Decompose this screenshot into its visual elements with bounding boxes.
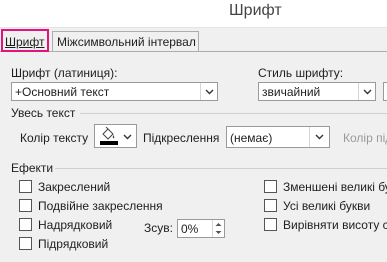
chevron-down-icon[interactable] — [200, 83, 217, 100]
tab-font[interactable]: Шрифт — [1, 29, 49, 52]
underline-style-value: (немає) — [230, 131, 273, 145]
double-strikethrough-checkbox[interactable] — [19, 199, 32, 212]
small-caps-checkbox[interactable] — [264, 180, 277, 193]
chevron-down-icon — [123, 134, 132, 140]
offset-value: 0% — [181, 222, 199, 236]
spin-arrows-icon[interactable] — [212, 220, 224, 237]
title-bar: Шрифт — [0, 0, 387, 28]
offset-label: Зсув: — [144, 221, 173, 235]
tab-character-spacing-label: Міжсимвольний інтервал — [57, 35, 196, 49]
tab-divider — [0, 51, 387, 52]
equalize-height-checkbox[interactable] — [264, 218, 277, 231]
offset-spinner[interactable]: 0% — [177, 219, 225, 238]
group-divider — [80, 113, 387, 114]
subscript-label: Підрядковий — [38, 237, 109, 251]
group-divider — [55, 168, 387, 169]
font-style-dropdown[interactable]: звичайний — [258, 82, 376, 101]
all-caps-checkbox[interactable] — [264, 199, 277, 212]
underline-color-label: Колір підк — [343, 131, 387, 145]
chevron-down-icon[interactable] — [309, 127, 329, 147]
latin-font-label: Шрифт (латиниця): — [11, 66, 118, 80]
all-text-header: Увесь текст — [11, 106, 76, 120]
double-strikethrough-label: Подвійне закреслення — [38, 199, 163, 213]
subscript-checkbox[interactable] — [19, 237, 32, 250]
paint-bucket-icon — [102, 127, 115, 140]
chevron-down-icon[interactable] — [358, 83, 375, 100]
small-caps-label: Зменшені великі бу — [283, 180, 387, 194]
underline-style-label: Підкреслення — [143, 131, 220, 145]
tab-character-spacing[interactable]: Міжсимвольний інтервал — [52, 31, 199, 51]
superscript-checkbox[interactable] — [19, 218, 32, 231]
latin-font-value: +Основний текст — [15, 85, 110, 99]
underline-style-dropdown[interactable]: (немає) — [226, 126, 330, 148]
dialog-title: Шрифт — [229, 2, 282, 19]
equalize-height-label: Вирівняти висоту с — [283, 218, 387, 232]
latin-font-dropdown[interactable]: +Основний текст — [11, 82, 218, 101]
font-style-value: звичайний — [262, 85, 321, 99]
font-size-field-edge[interactable] — [383, 82, 387, 101]
font-style-label: Стиль шрифту: — [258, 66, 344, 80]
font-color-label: Колір тексту — [20, 131, 89, 145]
font-color-button[interactable] — [94, 124, 137, 148]
superscript-label: Надрядковий — [38, 218, 113, 232]
font-color-swatch — [100, 141, 118, 145]
effects-header: Ефекти — [11, 161, 54, 175]
all-caps-label: Усі великі букви — [283, 199, 371, 213]
strikethrough-checkbox[interactable] — [19, 180, 32, 193]
strikethrough-label: Закреслений — [38, 180, 111, 194]
